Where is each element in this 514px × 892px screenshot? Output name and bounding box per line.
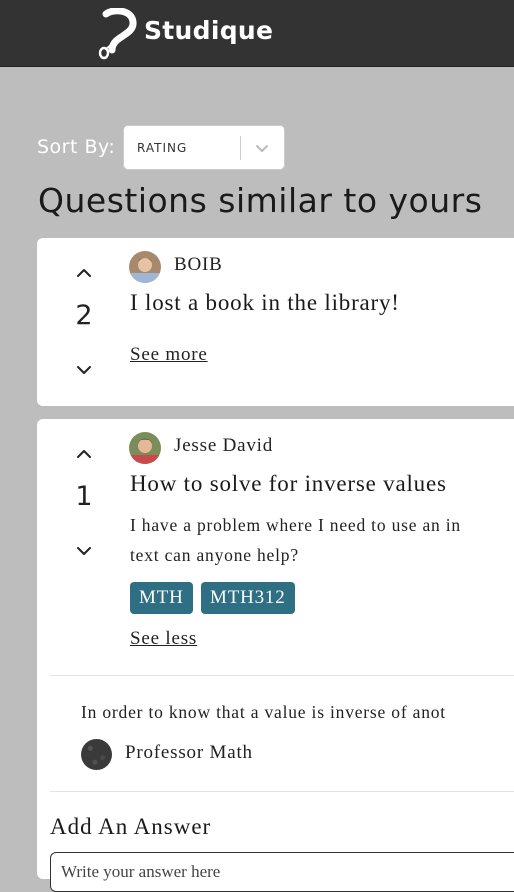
- brand-name[interactable]: Studique: [144, 16, 273, 45]
- tag-mth[interactable]: MTH: [130, 582, 193, 614]
- downvote-chevron-icon[interactable]: [75, 544, 93, 558]
- vote-count: 2: [75, 300, 93, 331]
- question-card: 2 BOIB I lost a book in the library! See…: [37, 238, 514, 406]
- avatar[interactable]: [81, 739, 112, 770]
- upvote-chevron-icon[interactable]: [75, 266, 93, 280]
- downvote-chevron-icon[interactable]: [75, 363, 93, 377]
- question-author[interactable]: BOIB: [174, 254, 223, 276]
- avatar[interactable]: [129, 432, 161, 464]
- question-mark-logo-icon[interactable]: [96, 8, 138, 62]
- tag-mth312[interactable]: MTH312: [201, 582, 295, 614]
- avatar[interactable]: [129, 251, 161, 283]
- answer-input[interactable]: [50, 852, 514, 892]
- question-title[interactable]: I lost a book in the library!: [130, 290, 400, 316]
- upvote-chevron-icon[interactable]: [75, 447, 93, 461]
- question-author[interactable]: Jesse David: [174, 435, 273, 457]
- question-card: 1 Jesse David How to solve for inverse v…: [37, 419, 514, 892]
- page-title: Questions similar to yours: [38, 181, 483, 220]
- vote-count: 1: [75, 481, 93, 512]
- add-answer-heading: Add An Answer: [50, 814, 212, 839]
- question-body-line: text can anyone help?: [130, 545, 299, 565]
- sort-selected-value: RATING: [137, 141, 188, 155]
- app-header: Studique: [0, 0, 514, 67]
- select-divider: [240, 136, 241, 160]
- question-body: I have a problem where I need to use an …: [130, 510, 514, 570]
- question-body-line: I have a problem where I need to use an …: [130, 515, 461, 535]
- question-title[interactable]: How to solve for inverse values: [130, 471, 447, 497]
- sort-select[interactable]: RATING: [123, 125, 285, 170]
- divider: [50, 675, 514, 676]
- divider: [50, 791, 514, 792]
- sort-label: Sort By:: [37, 136, 116, 158]
- answer-author[interactable]: Professor Math: [125, 742, 253, 764]
- answer-text: In order to know that a value is inverse…: [81, 702, 446, 722]
- see-less-link[interactable]: See less: [130, 628, 197, 650]
- chevron-down-icon[interactable]: [254, 140, 270, 156]
- see-more-link[interactable]: See more: [130, 344, 208, 366]
